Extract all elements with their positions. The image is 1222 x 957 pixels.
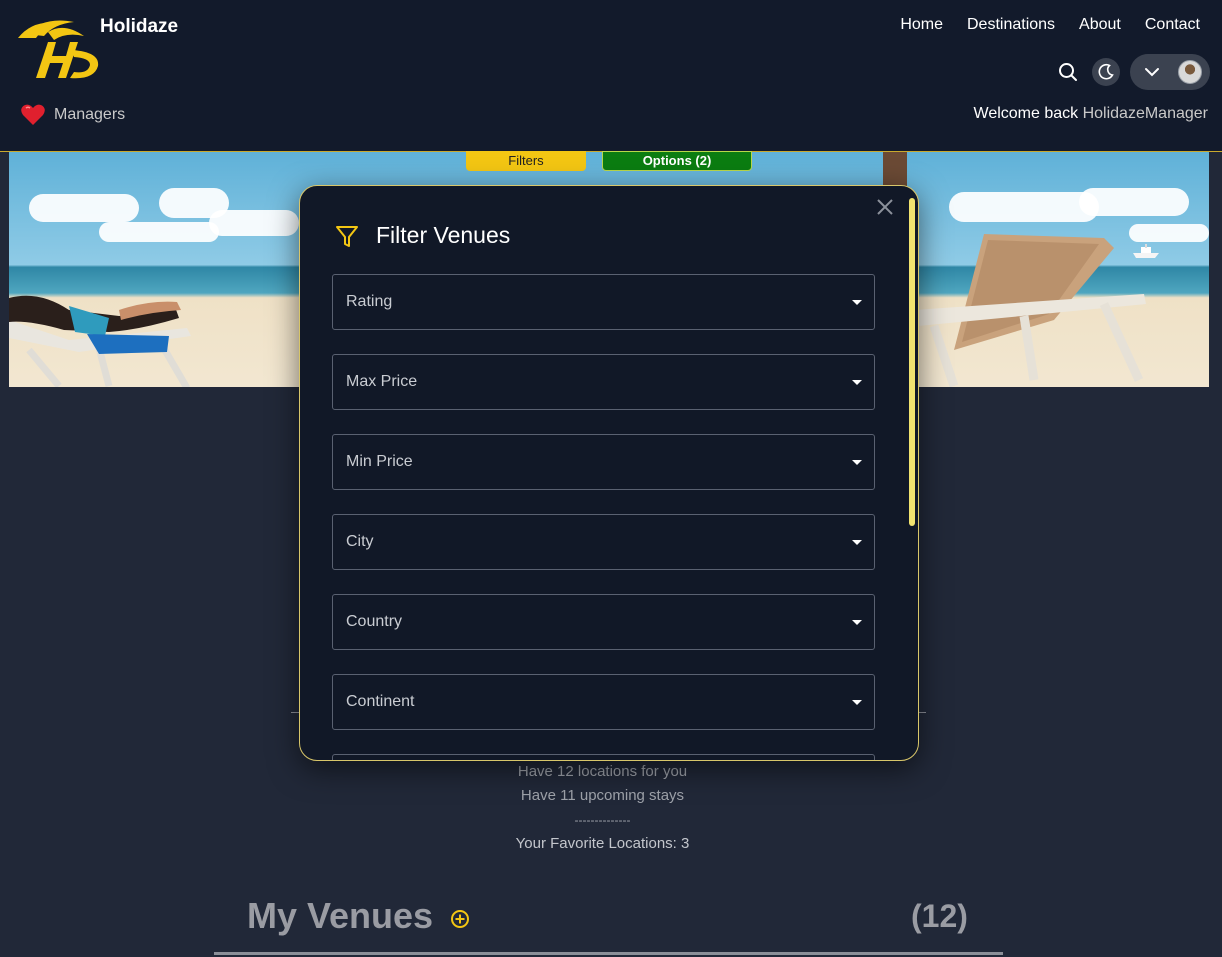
caret-down-icon — [852, 459, 862, 465]
stats-separator: -------------- — [574, 813, 631, 827]
venues-underline — [214, 952, 1003, 955]
managers-link[interactable]: Managers — [20, 103, 125, 127]
search-button[interactable] — [1054, 58, 1082, 86]
filter-icon — [336, 225, 358, 247]
site-header: Holidaze Home Destinations About Contact — [0, 0, 1222, 152]
min-price-select-label: Min Price — [346, 453, 413, 470]
continent-select-label: Continent — [346, 693, 415, 710]
next-filter-select[interactable] — [332, 754, 875, 760]
boat-image — [1133, 244, 1159, 258]
nav-home[interactable]: Home — [900, 16, 943, 34]
favorites-stat: Your Favorite Locations: 3 — [515, 835, 690, 852]
manager-stats: Have 12 locations for you Have 11 upcomi… — [0, 760, 1205, 856]
main-nav: Home Destinations About Contact — [900, 16, 1200, 34]
nav-destinations[interactable]: Destinations — [967, 16, 1055, 34]
min-price-select[interactable]: Min Price — [332, 434, 875, 490]
continent-select[interactable]: Continent — [332, 674, 875, 730]
caret-down-icon — [852, 539, 862, 545]
my-venues-heading: My Venues — [247, 895, 434, 936]
caret-down-icon — [852, 699, 862, 705]
moon-icon — [1098, 64, 1114, 80]
heart-icon — [21, 104, 45, 125]
caret-down-icon — [852, 299, 862, 305]
add-circle-icon[interactable] — [450, 909, 470, 929]
modal-header: Filter Venues — [334, 222, 510, 249]
stays-stat: Have 11 upcoming stays — [520, 787, 685, 804]
empty-lounger-image — [914, 234, 1146, 387]
max-price-select[interactable]: Max Price — [332, 354, 875, 410]
country-select[interactable]: Country — [332, 594, 875, 650]
country-select-label: Country — [346, 613, 403, 630]
nav-contact[interactable]: Contact — [1145, 16, 1200, 34]
theme-toggle-button[interactable] — [1092, 58, 1120, 86]
filter-venues-modal: Filter Venues Rating Max Price Min Price… — [299, 185, 919, 761]
filters-tab[interactable]: Filters — [466, 151, 586, 171]
brand-name[interactable]: Holidaze — [100, 16, 178, 38]
max-price-select-label: Max Price — [346, 373, 418, 390]
user-menu-button[interactable] — [1130, 54, 1210, 90]
caret-down-icon — [852, 379, 862, 385]
city-select[interactable]: City — [332, 514, 875, 570]
locations-stat: Have 12 locations for you — [517, 763, 688, 780]
modal-title: Filter Venues — [376, 222, 511, 248]
welcome-message: Welcome back HolidazeManager — [974, 105, 1209, 123]
nav-about[interactable]: About — [1079, 16, 1121, 34]
avatar — [1178, 60, 1202, 84]
caret-down-icon — [852, 619, 862, 625]
welcome-prefix: Welcome back — [973, 105, 1079, 122]
lounger-person-image — [9, 295, 191, 387]
logo-icon[interactable] — [14, 16, 104, 82]
search-icon — [1059, 63, 1077, 81]
username: HolidazeManager — [1082, 105, 1208, 122]
managers-label: Managers — [54, 106, 126, 123]
chevron-down-icon — [1145, 68, 1159, 77]
modal-scrollbar[interactable] — [909, 198, 915, 526]
rating-select-label: Rating — [346, 293, 393, 310]
rating-select[interactable]: Rating — [332, 274, 875, 330]
city-select-label: City — [346, 533, 374, 550]
venues-count: (12) — [911, 898, 968, 934]
close-icon[interactable] — [874, 196, 896, 218]
options-tab[interactable]: Options (2) — [602, 151, 752, 171]
header-tools — [1054, 54, 1210, 90]
